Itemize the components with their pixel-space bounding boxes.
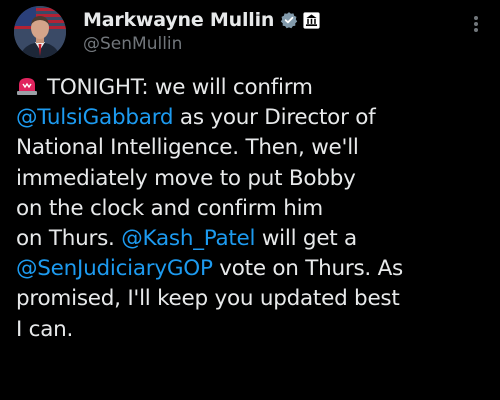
tweet-text-segment: as your Director of bbox=[173, 105, 376, 131]
avatar[interactable] bbox=[14, 6, 66, 58]
siren-icon bbox=[16, 75, 38, 95]
tweet-card: Markwayne Mullin @SenMullin TONIGHT: we … bbox=[0, 0, 500, 400]
tweet-text: TONIGHT: we will confirm @TulsiGabbard a… bbox=[16, 73, 492, 345]
mention-link[interactable]: @Kash_Patel bbox=[121, 226, 255, 251]
tweet-text-segment: TONIGHT: we will confirm bbox=[47, 75, 313, 100]
author-handle[interactable]: @SenMullin bbox=[83, 34, 182, 54]
more-options-icon[interactable] bbox=[466, 12, 486, 36]
tweet-text-segment: immediately move to put Bobby bbox=[16, 165, 356, 191]
tweet-text-segment: vote on Thurs. As bbox=[212, 256, 403, 282]
tweet-text-segment: National Intelligence. Then, we'll bbox=[16, 135, 359, 161]
tweet-line: immediately move to put Bobby bbox=[16, 164, 492, 194]
tweet-line: promised, I'll keep you updated best bbox=[16, 284, 492, 314]
author-display-name[interactable]: Markwayne Mullin bbox=[83, 9, 274, 31]
tweet-text-segment: will get a bbox=[255, 226, 357, 252]
tweet-line: National Intelligence. Then, we'll bbox=[16, 133, 492, 163]
tweet-text-segment: I can. bbox=[16, 316, 74, 342]
verified-badge-icon[interactable] bbox=[280, 11, 298, 29]
tweet-text-segment: on the clock and confirm him bbox=[16, 195, 323, 221]
mention-link[interactable]: @TulsiGabbard bbox=[16, 105, 174, 130]
tweet-text-segment: on Thurs. bbox=[16, 226, 122, 252]
tweet-line: @TulsiGabbard as your Director of bbox=[16, 103, 492, 133]
tweet-line: on Thurs. @Kash_Patel will get a bbox=[16, 224, 492, 254]
tweet-line: I can. bbox=[16, 315, 492, 345]
tweet-text-segment: promised, I'll keep you updated best bbox=[16, 286, 400, 312]
mention-link[interactable]: @SenJudiciaryGOP bbox=[16, 256, 213, 281]
tweet-line: TONIGHT: we will confirm bbox=[16, 73, 492, 103]
government-building-icon[interactable] bbox=[303, 11, 320, 29]
tweet-line: on the clock and confirm him bbox=[16, 194, 492, 224]
author-row: Markwayne Mullin bbox=[83, 8, 320, 32]
tweet-line: @SenJudiciaryGOP vote on Thurs. As bbox=[16, 254, 492, 284]
